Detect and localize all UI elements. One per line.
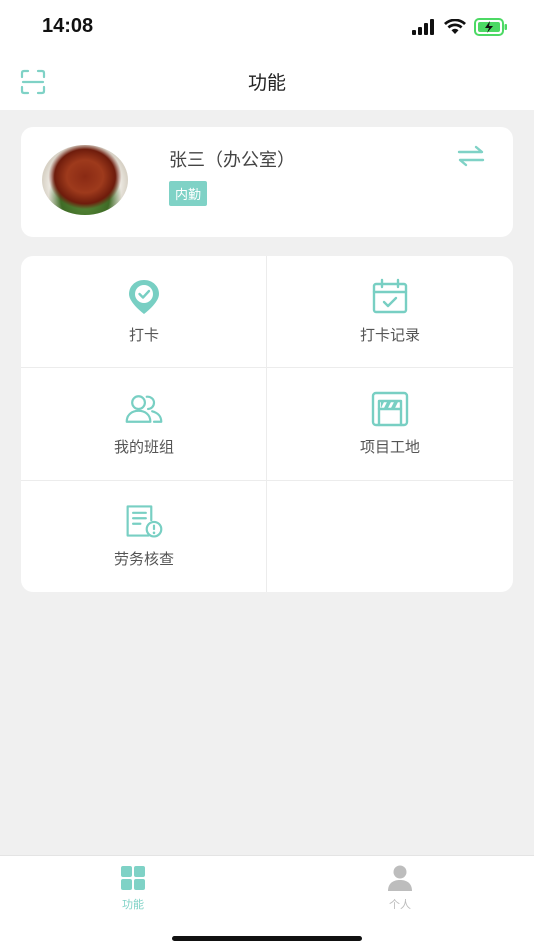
function-punch-record[interactable]: 打卡记录: [267, 256, 513, 368]
signal-icon: [412, 19, 434, 35]
tab-label: 功能: [122, 898, 144, 911]
location-check-icon: [129, 280, 159, 314]
function-label: 我的班组: [113, 438, 174, 456]
tab-personal[interactable]: 个人: [350, 864, 450, 912]
wifi-icon: [444, 19, 466, 34]
role-badge: 内勤: [169, 181, 208, 206]
function-project-site[interactable]: 项目工地: [267, 368, 513, 480]
function-labor-check[interactable]: 劳务核查: [21, 480, 267, 592]
profile-card: 张三（办公室） 内勤: [21, 127, 513, 237]
user-name: 张三（办公室）: [169, 150, 295, 171]
person-icon: [388, 865, 412, 891]
tab-functions[interactable]: 功能: [83, 864, 183, 912]
function-grid: 打卡 打卡记录 我的班组 项目工地 劳务核查: [21, 256, 513, 592]
construction-site-icon: [371, 391, 409, 427]
switch-icon[interactable]: [457, 145, 485, 167]
group-icon: [125, 395, 163, 423]
function-my-team[interactable]: 我的班组: [21, 368, 267, 480]
avatar: [42, 145, 128, 215]
function-label: 打卡记录: [359, 326, 420, 344]
nav-bar: 功能: [0, 54, 534, 110]
status-icons: [412, 18, 508, 36]
home-indicator: [172, 936, 362, 941]
tab-label: 个人: [389, 898, 411, 911]
function-label: 打卡: [128, 326, 159, 344]
calendar-check-icon: [372, 278, 408, 314]
function-label: 劳务核查: [113, 550, 174, 568]
document-alert-icon: [126, 505, 163, 538]
function-label: 项目工地: [359, 438, 420, 456]
function-punch-in[interactable]: 打卡: [21, 256, 267, 368]
battery-icon: [474, 18, 507, 36]
status-bar: 14:08: [0, 0, 534, 54]
grid-icon: [121, 866, 145, 890]
status-time: 14:08: [42, 15, 94, 37]
page-title: 功能: [247, 72, 286, 94]
